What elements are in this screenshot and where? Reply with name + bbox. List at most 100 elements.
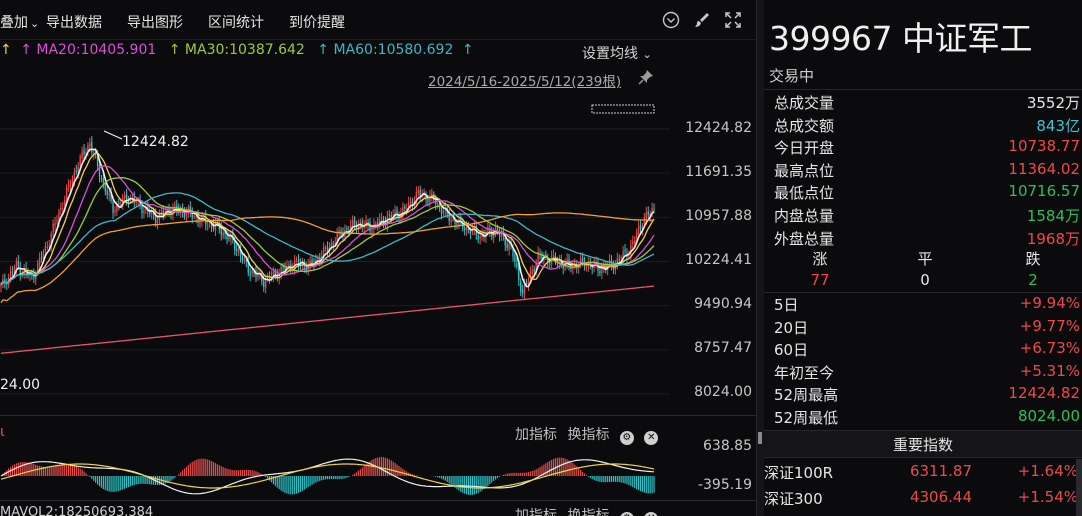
ma250-line xyxy=(0,285,655,354)
macd-bar xyxy=(612,476,615,482)
price-alert-button[interactable]: 到价提醒 xyxy=(289,12,345,32)
collapse-circle-icon[interactable] xyxy=(662,11,680,29)
macd-bar xyxy=(278,476,280,490)
candle-body xyxy=(264,280,267,288)
macd-bar xyxy=(338,476,340,480)
candle-body xyxy=(108,193,110,196)
candle-body xyxy=(46,246,49,248)
macd-bar xyxy=(493,476,495,481)
perf-row: 年初至今 +5.31% xyxy=(764,362,1082,384)
macd-bar xyxy=(462,476,464,493)
index-row[interactable]: 深证100R 6311.87 +1.64% xyxy=(764,462,1082,486)
macd-bar xyxy=(355,472,358,476)
macd-bar xyxy=(458,476,460,491)
fullscreen-icon[interactable] xyxy=(724,11,742,29)
separator xyxy=(764,89,1082,90)
macd-bar xyxy=(628,476,630,486)
candle-body xyxy=(436,203,439,205)
brush-icon[interactable] xyxy=(693,11,711,29)
macd-bar xyxy=(386,458,388,476)
macd-bar xyxy=(578,468,580,476)
stat-row: 内盘总量 1584万 xyxy=(764,205,1082,227)
macd-bar xyxy=(527,472,530,476)
candle-body xyxy=(123,195,126,199)
macd-bar xyxy=(489,476,491,485)
macd-bar xyxy=(523,472,526,476)
interval-stats-button[interactable]: 区间统计 xyxy=(208,12,264,32)
macd-bar xyxy=(616,476,618,482)
macd-bar xyxy=(299,476,302,492)
quote-panel: 399967 中证军工 交易中 总成交量 3552万 总成交额 843亿 今日开盘 107… xyxy=(764,0,1082,516)
ma-settings-label: 设置均线 xyxy=(582,46,638,62)
macd-bar xyxy=(255,471,257,476)
pin-icon[interactable] xyxy=(638,69,654,89)
candle-body xyxy=(243,257,246,259)
switch-indicator-button[interactable]: 换指标 xyxy=(567,508,609,516)
index-change: +1.64% xyxy=(1017,462,1078,480)
candle-body xyxy=(521,289,524,294)
macd-bar xyxy=(533,470,535,476)
indices-scrollbar[interactable] xyxy=(1076,459,1082,516)
up-label: 涨 xyxy=(812,250,828,268)
macd-bar xyxy=(120,476,122,491)
macd-bar xyxy=(71,464,74,476)
macd-bar xyxy=(197,459,199,476)
ma20-legend: ↑ MA20:10405.901 xyxy=(20,42,157,58)
macd-bar xyxy=(305,476,307,489)
candle-body xyxy=(228,237,230,239)
candle-body xyxy=(409,201,412,204)
index-row[interactable]: 深证300 4306.44 +1.54% xyxy=(764,488,1082,512)
macd-bar xyxy=(653,476,655,493)
overlay-menu[interactable]: 叠加 ⌄ xyxy=(0,12,39,32)
candle-body xyxy=(645,212,647,219)
macd-bar xyxy=(342,476,344,479)
macd-bar xyxy=(267,476,269,479)
chart-area[interactable]: 叠加 ⌄ 导出数据 导出图形 区间统计 到价提醒 ↑ ↑ MA20:10405.9… xyxy=(0,0,756,516)
ma60-value: MA60:10580.692 xyxy=(333,42,454,58)
ma10-arrow-icon: ↑ xyxy=(0,42,12,58)
candle-body xyxy=(288,264,290,266)
candle-body xyxy=(73,172,76,181)
macd-bar xyxy=(450,476,452,485)
export-data-button[interactable]: 导出数据 xyxy=(46,12,102,32)
macd-bar xyxy=(172,476,174,480)
macd-bar xyxy=(125,476,128,488)
macd-bar xyxy=(330,476,332,480)
ma-settings-button[interactable]: 设置均线 ⌄ xyxy=(582,43,652,63)
gear-icon[interactable]: ⚙ xyxy=(619,512,634,516)
candle-body xyxy=(67,184,70,187)
candle-body xyxy=(234,241,236,251)
ma60-legend: ↑ MA60:10580.692 ↑ xyxy=(317,42,474,58)
stat-row: 最低点位 10716.57 xyxy=(764,182,1082,204)
macd-bar xyxy=(251,470,253,476)
close-icon[interactable]: ✕ xyxy=(644,512,659,516)
macd-bar xyxy=(315,476,317,483)
export-chart-button[interactable]: 导出图形 xyxy=(127,12,183,32)
macd-bar xyxy=(593,476,595,481)
candle-body xyxy=(226,235,228,240)
candle-body xyxy=(520,281,522,292)
perf-row: 52周最高 12424.82 xyxy=(764,384,1082,406)
stat-row: 最高点位 11364.02 xyxy=(764,160,1082,182)
macd-bar xyxy=(226,468,228,476)
kline-chart[interactable] xyxy=(0,95,670,415)
macd-bar xyxy=(585,475,588,476)
macd-bar xyxy=(467,476,470,495)
index-name: 深证300 xyxy=(764,490,823,508)
splitter-handle[interactable] xyxy=(758,432,762,444)
macd-bar xyxy=(93,476,95,481)
macd-bar xyxy=(574,464,576,476)
macd-bar xyxy=(220,466,222,476)
macd-bar xyxy=(232,469,234,476)
stat-label: 总成交量 xyxy=(774,94,835,112)
add-indicator-button[interactable]: 加指标 xyxy=(515,508,557,516)
panel-divider xyxy=(0,415,756,416)
candle-body xyxy=(237,250,240,253)
candle-body xyxy=(102,178,105,183)
date-range-label[interactable]: 2024/5/16-2025/5/12(239根) xyxy=(428,70,621,90)
candle-body xyxy=(257,274,259,278)
price-axis-label: 12424.82 xyxy=(685,120,752,136)
ma60-line xyxy=(0,192,655,285)
price-axis-label: 8024.00 xyxy=(694,384,752,400)
candle-body xyxy=(15,261,18,269)
